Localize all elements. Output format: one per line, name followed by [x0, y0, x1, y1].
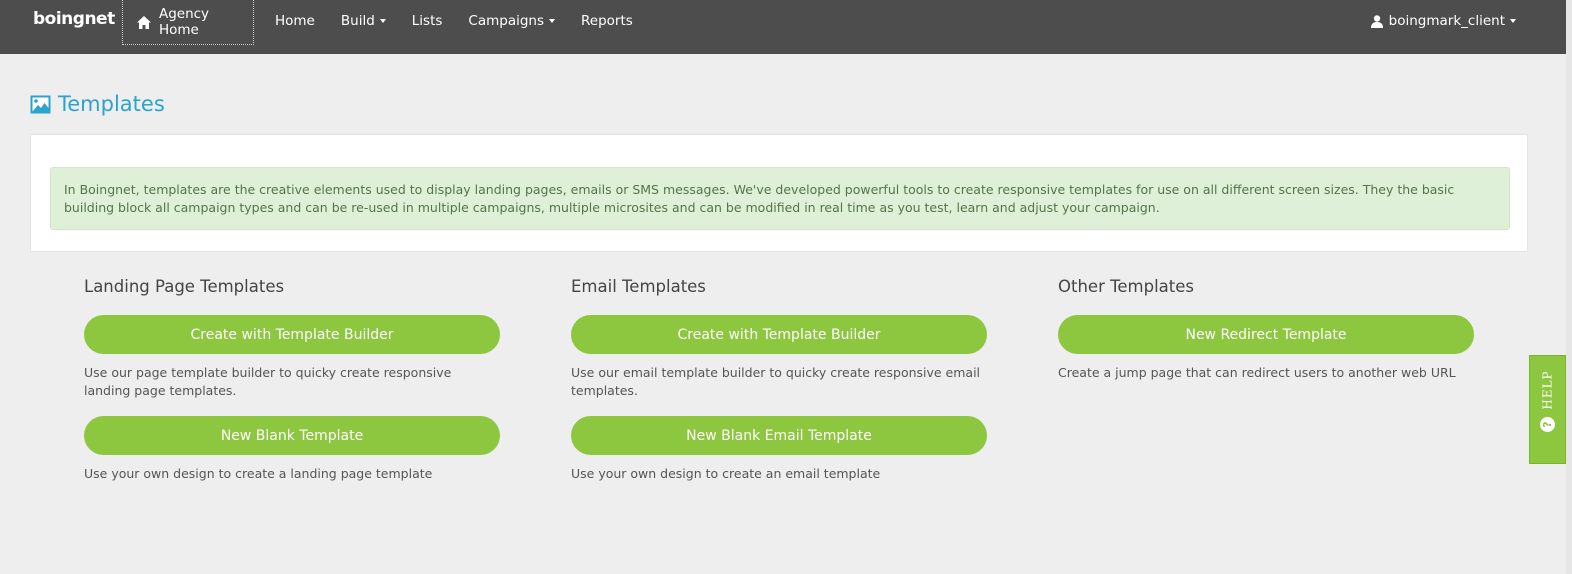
section-description: Use your own design to create a landing … [84, 466, 433, 481]
nav-item-lists[interactable]: Lists [399, 13, 456, 29]
nav-item-campaigns[interactable]: Campaigns [455, 13, 568, 29]
nav-item-home[interactable]: Home [262, 13, 328, 29]
info-alert: In Boingnet, templates are the creative … [50, 167, 1510, 230]
nav-item-label: Campaigns [468, 13, 545, 29]
nav-item-label: Reports [581, 13, 633, 29]
home-icon [137, 15, 151, 29]
info-panel: In Boingnet, templates are the creative … [30, 134, 1528, 252]
email-templates-section: Email Templates Create with Template Bui… [571, 277, 987, 499]
image-icon [30, 95, 51, 113]
agency-home-link[interactable]: Agency Home [122, 0, 254, 45]
section-description: Use our email template builder to quicky… [571, 365, 981, 398]
caret-down-icon [379, 19, 386, 23]
nav-item-label: Home [275, 13, 315, 29]
page-title-text: Templates [58, 92, 165, 116]
email-create-with-builder-button[interactable]: Create with Template Builder [571, 315, 987, 354]
top-navbar: boingnet Agency Home Home Build Lists Ca… [0, 0, 1566, 54]
question-icon: ? [1540, 417, 1555, 432]
new-blank-email-template-button[interactable]: New Blank Email Template [571, 416, 987, 455]
nav-menu: Home Build Lists Campaigns Reports [262, 0, 646, 42]
new-blank-template-button[interactable]: New Blank Template [84, 416, 500, 455]
other-templates-section: Other Templates New Redirect Template Cr… [1058, 277, 1474, 398]
agency-home-label: Agency Home [158, 6, 210, 38]
section-title: Email Templates [571, 277, 706, 296]
user-name: boingmark_client [1388, 13, 1505, 29]
section-title: Landing Page Templates [84, 277, 285, 296]
landing-page-templates-section: Landing Page Templates Create with Templ… [84, 277, 500, 499]
section-description: Use your own design to create an email t… [571, 466, 881, 481]
brand-logo[interactable]: boingnet [33, 4, 115, 34]
user-menu[interactable]: boingmark_client [1370, 0, 1516, 42]
caret-down-icon [1510, 19, 1516, 23]
nav-item-build[interactable]: Build [328, 13, 399, 29]
user-icon [1370, 14, 1383, 28]
nav-item-label: Lists [411, 13, 443, 29]
help-label: HELP [1540, 370, 1555, 410]
nav-item-label: Build [340, 13, 375, 29]
section-description: Use our page template builder to quicky … [84, 365, 452, 398]
page-title: Templates [30, 92, 165, 116]
section-description: Create a jump page that can redirect use… [1058, 365, 1456, 380]
logo-text: boingnet [33, 9, 115, 29]
landing-create-with-builder-button[interactable]: Create with Template Builder [84, 315, 500, 354]
help-tab[interactable]: HELP ? [1529, 355, 1566, 464]
scrollbar-track[interactable] [1566, 0, 1572, 574]
section-title: Other Templates [1058, 277, 1194, 296]
caret-down-icon [549, 19, 556, 23]
new-redirect-template-button[interactable]: New Redirect Template [1058, 315, 1474, 354]
nav-item-reports[interactable]: Reports [568, 13, 646, 29]
